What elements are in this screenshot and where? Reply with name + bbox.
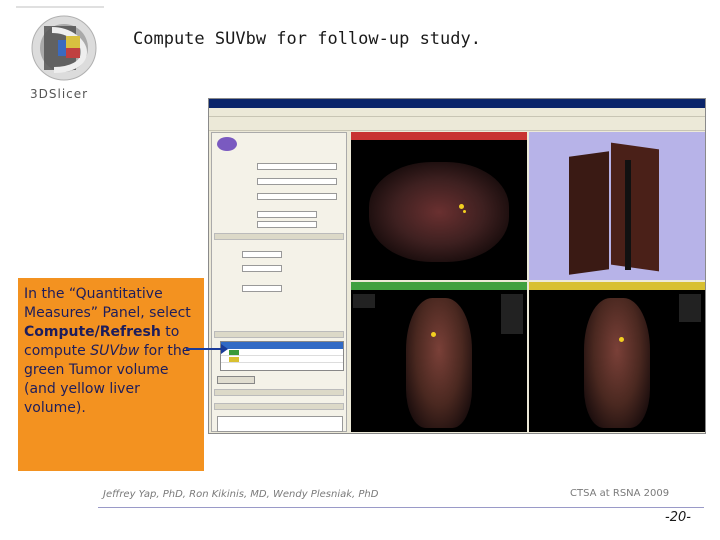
axial-view bbox=[351, 132, 527, 280]
manipulate-slice-views-section bbox=[214, 389, 344, 396]
app-toolbar bbox=[209, 117, 705, 131]
slice-views bbox=[351, 132, 705, 432]
callout-italic: SUVbw bbox=[90, 343, 140, 359]
app-titlebar bbox=[209, 99, 705, 108]
callout-bold: Compute/Refresh bbox=[24, 324, 161, 340]
window-level-field bbox=[242, 251, 282, 258]
ct-volume-field bbox=[257, 163, 337, 170]
page-number: -20- bbox=[665, 510, 691, 525]
coronal-view-1 bbox=[351, 282, 527, 432]
footer-authors: Jeffrey Yap, PhD, Ron Kikinis, MD, Wendy… bbox=[103, 489, 379, 500]
label-map-field bbox=[257, 193, 337, 200]
pet-volume-field bbox=[257, 178, 337, 185]
3d-view bbox=[529, 132, 705, 280]
study-date-field bbox=[257, 221, 317, 228]
measures-table bbox=[220, 341, 344, 371]
instruction-callout: In the “Quantitative Measures” Panel, se… bbox=[18, 278, 204, 471]
ct-range-field bbox=[242, 265, 282, 272]
pointer-arrow bbox=[186, 344, 228, 354]
callout-text-1: In the “Quantitative Measures” Panel, se… bbox=[24, 286, 191, 321]
patient-name-field bbox=[257, 211, 317, 218]
manipulate-3d-view-section bbox=[214, 403, 344, 410]
coronal-view-2 bbox=[529, 282, 705, 432]
module-icon bbox=[217, 137, 237, 151]
logo-text: 3DSlicer bbox=[30, 87, 89, 101]
pet-range-field bbox=[242, 285, 282, 292]
3d-view-control bbox=[217, 416, 343, 432]
app-menubar bbox=[209, 108, 705, 117]
footer-conference: CTSA at RSNA 2009 bbox=[570, 488, 670, 499]
footer-divider bbox=[98, 507, 704, 508]
compute-refresh-button[interactable] bbox=[217, 376, 255, 384]
slide-title: Compute SUVbw for follow-up study. bbox=[133, 29, 481, 49]
quantitative-measures-section bbox=[214, 331, 344, 338]
display-section bbox=[214, 233, 344, 240]
module-panel bbox=[211, 132, 347, 432]
slicer-app-screenshot bbox=[208, 98, 706, 434]
